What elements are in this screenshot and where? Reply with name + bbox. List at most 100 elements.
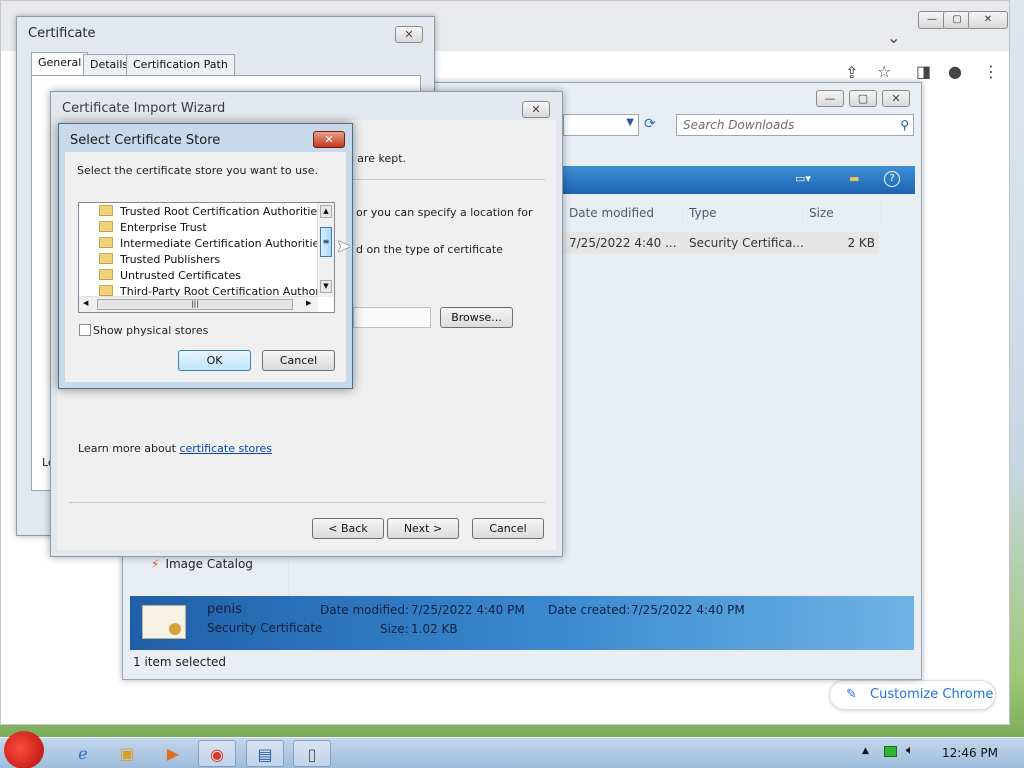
tree-vertical-scrollbar[interactable]: ▲ ≡ ▼: [317, 203, 334, 297]
column-size[interactable]: Size: [803, 201, 881, 225]
scroll-right-arrow-icon[interactable]: ▶: [306, 299, 311, 307]
view-icon[interactable]: ▭▾: [795, 172, 811, 185]
show-physical-stores-label: Show physical stores: [93, 324, 209, 337]
back-button[interactable]: < Back: [312, 518, 384, 539]
address-dropdown-icon[interactable]: ▼: [626, 117, 634, 128]
store-item-label: Trusted Root Certification Authorities: [120, 205, 323, 218]
scroll-thumb[interactable]: ≡: [320, 227, 332, 257]
wizard-title: Certificate Import Wizard: [62, 101, 226, 116]
address-bar[interactable]: ▼: [563, 114, 639, 136]
learn-more-text: Learn more about certificate stores: [78, 442, 272, 455]
refresh-icon[interactable]: ⟳: [644, 116, 662, 134]
details-pane: penis Security Certificate Date modified…: [130, 596, 914, 650]
maximize-button[interactable]: ▢: [943, 11, 971, 29]
store-item[interactable]: Trusted Publishers: [99, 252, 220, 268]
sidebar-item-label: Image Catalog: [165, 557, 253, 571]
wizard-close-button[interactable]: ✕: [522, 101, 550, 118]
document-taskbar-icon[interactable]: ▯: [293, 740, 331, 767]
wizard-cancel-button[interactable]: Cancel: [472, 518, 544, 539]
chevron-down-icon[interactable]: ⌄: [887, 28, 900, 47]
date-modified-value: 7/25/2022 4:40 PM: [411, 603, 525, 617]
explorer-maximize-button[interactable]: ▢: [849, 90, 877, 107]
column-type[interactable]: Type: [683, 201, 803, 225]
minimize-button[interactable]: —: [918, 11, 946, 29]
tab-certification-path[interactable]: Certification Path: [126, 54, 235, 75]
chrome-taskbar-icon[interactable]: ◉: [198, 740, 236, 767]
folder-icon: [99, 269, 113, 280]
store-item[interactable]: Enterprise Trust: [99, 220, 207, 236]
next-button[interactable]: Next >: [387, 518, 459, 539]
close-button[interactable]: ✕: [968, 11, 1008, 29]
show-hidden-icons-icon[interactable]: ▲: [862, 746, 869, 756]
tab-general[interactable]: General: [31, 52, 89, 76]
scroll-left-arrow-icon[interactable]: ◀: [83, 299, 88, 307]
wizard-text-line1: s are kept.: [348, 152, 407, 165]
network-icon[interactable]: [884, 746, 897, 757]
learn-more-prefix: Learn more about: [78, 442, 180, 455]
certificate-stores-link[interactable]: certificate stores: [179, 442, 272, 455]
store-item-label: Untrusted Certificates: [120, 269, 241, 282]
help-icon[interactable]: ?: [884, 171, 900, 187]
explorer-toolbar: ▭▾ ▬ ?: [563, 166, 915, 194]
file-explorer-icon[interactable]: ▣: [108, 740, 146, 767]
status-bar-text: 1 item selected: [133, 655, 227, 669]
store-dialog-title: Select Certificate Store: [70, 133, 221, 148]
certificate-file-icon: [142, 605, 186, 639]
store-item-label: Trusted Publishers: [120, 253, 221, 266]
customize-chrome-button[interactable]: ✎ Customize Chrome: [829, 680, 996, 710]
share-icon[interactable]: ⇪: [845, 63, 858, 82]
folder-icon: [99, 205, 113, 216]
file-row[interactable]: 7/25/2022 4:40 ... Security Certifica...…: [563, 232, 879, 254]
horizontal-scroll-thumb[interactable]: |||: [97, 299, 293, 310]
size-value: 1.02 KB: [411, 622, 458, 636]
preview-pane-icon[interactable]: ▬: [849, 172, 859, 185]
wizard-footer-separator: [69, 502, 545, 503]
start-button-icon[interactable]: [4, 731, 44, 768]
customize-chrome-label: Customize Chrome: [870, 687, 994, 702]
store-dialog-close-button[interactable]: ✕: [313, 131, 345, 148]
store-cancel-button[interactable]: Cancel: [262, 350, 335, 371]
wizard-header-separator: [347, 179, 545, 180]
certificate-close-button[interactable]: ✕: [395, 26, 423, 43]
column-date-modified[interactable]: Date modified: [563, 201, 683, 225]
store-tree[interactable]: Trusted Root Certification Authorities E…: [78, 202, 335, 313]
search-placeholder: Search Downloads: [683, 118, 795, 132]
internet-explorer-icon[interactable]: ℯ: [64, 740, 102, 767]
volume-icon[interactable]: 🔈︎: [906, 743, 914, 758]
size-label: Size:: [380, 622, 409, 636]
explorer-minimize-button[interactable]: —: [816, 90, 844, 107]
explorer-close-button[interactable]: ✕: [882, 90, 910, 107]
bookmark-star-icon[interactable]: ☆: [877, 62, 891, 81]
certificate-title: Certificate: [28, 26, 96, 41]
folder-icon: [99, 285, 113, 296]
menu-icon[interactable]: ⋮: [983, 62, 999, 81]
store-instruction: Select the certificate store you want to…: [77, 164, 319, 177]
folder-icon: [99, 237, 113, 248]
folder-icon: [99, 253, 113, 264]
store-item[interactable]: Intermediate Certification Authorities: [99, 236, 325, 252]
tree-horizontal-scrollbar[interactable]: ◀ ||| ▶: [79, 296, 318, 312]
scroll-up-arrow-icon[interactable]: ▲: [320, 205, 332, 218]
profile-icon[interactable]: ●: [948, 62, 962, 81]
store-item[interactable]: Trusted Root Certification Authorities: [99, 204, 323, 220]
store-path-field[interactable]: [353, 307, 431, 328]
show-physical-stores-checkbox[interactable]: [79, 324, 91, 336]
side-panel-icon[interactable]: ◨: [916, 62, 931, 81]
select-store-dialog: Select Certificate Store ✕ Select the ce…: [58, 123, 353, 389]
search-input[interactable]: Search Downloads ⚲: [676, 114, 914, 136]
media-player-icon[interactable]: ▶: [154, 740, 192, 767]
wizard-text-line2: or you can specify a location for: [356, 206, 533, 219]
sidebar-item-image-catalog[interactable]: ⚡ Image Catalog: [151, 557, 253, 571]
store-item-label: Enterprise Trust: [120, 221, 207, 234]
store-item-label: Intermediate Certification Authorities: [120, 237, 326, 250]
clock[interactable]: 12:46 PM: [942, 746, 998, 760]
details-file-type: Security Certificate: [207, 621, 323, 635]
store-item[interactable]: Untrusted Certificates: [99, 268, 241, 284]
date-created-value: 7/25/2022 4:40 PM: [631, 603, 745, 617]
certificate-manager-taskbar-icon[interactable]: ▤: [246, 740, 284, 767]
ok-button[interactable]: OK: [178, 350, 251, 371]
taskbar: ℯ ▣ ▶ ◉ ▤ ▯ ▲ 🔈︎ 12:46 PM: [0, 731, 1024, 768]
details-file-name: penis: [207, 602, 242, 617]
scroll-down-arrow-icon[interactable]: ▼: [320, 280, 332, 293]
browse-button[interactable]: Browse...: [440, 307, 513, 328]
